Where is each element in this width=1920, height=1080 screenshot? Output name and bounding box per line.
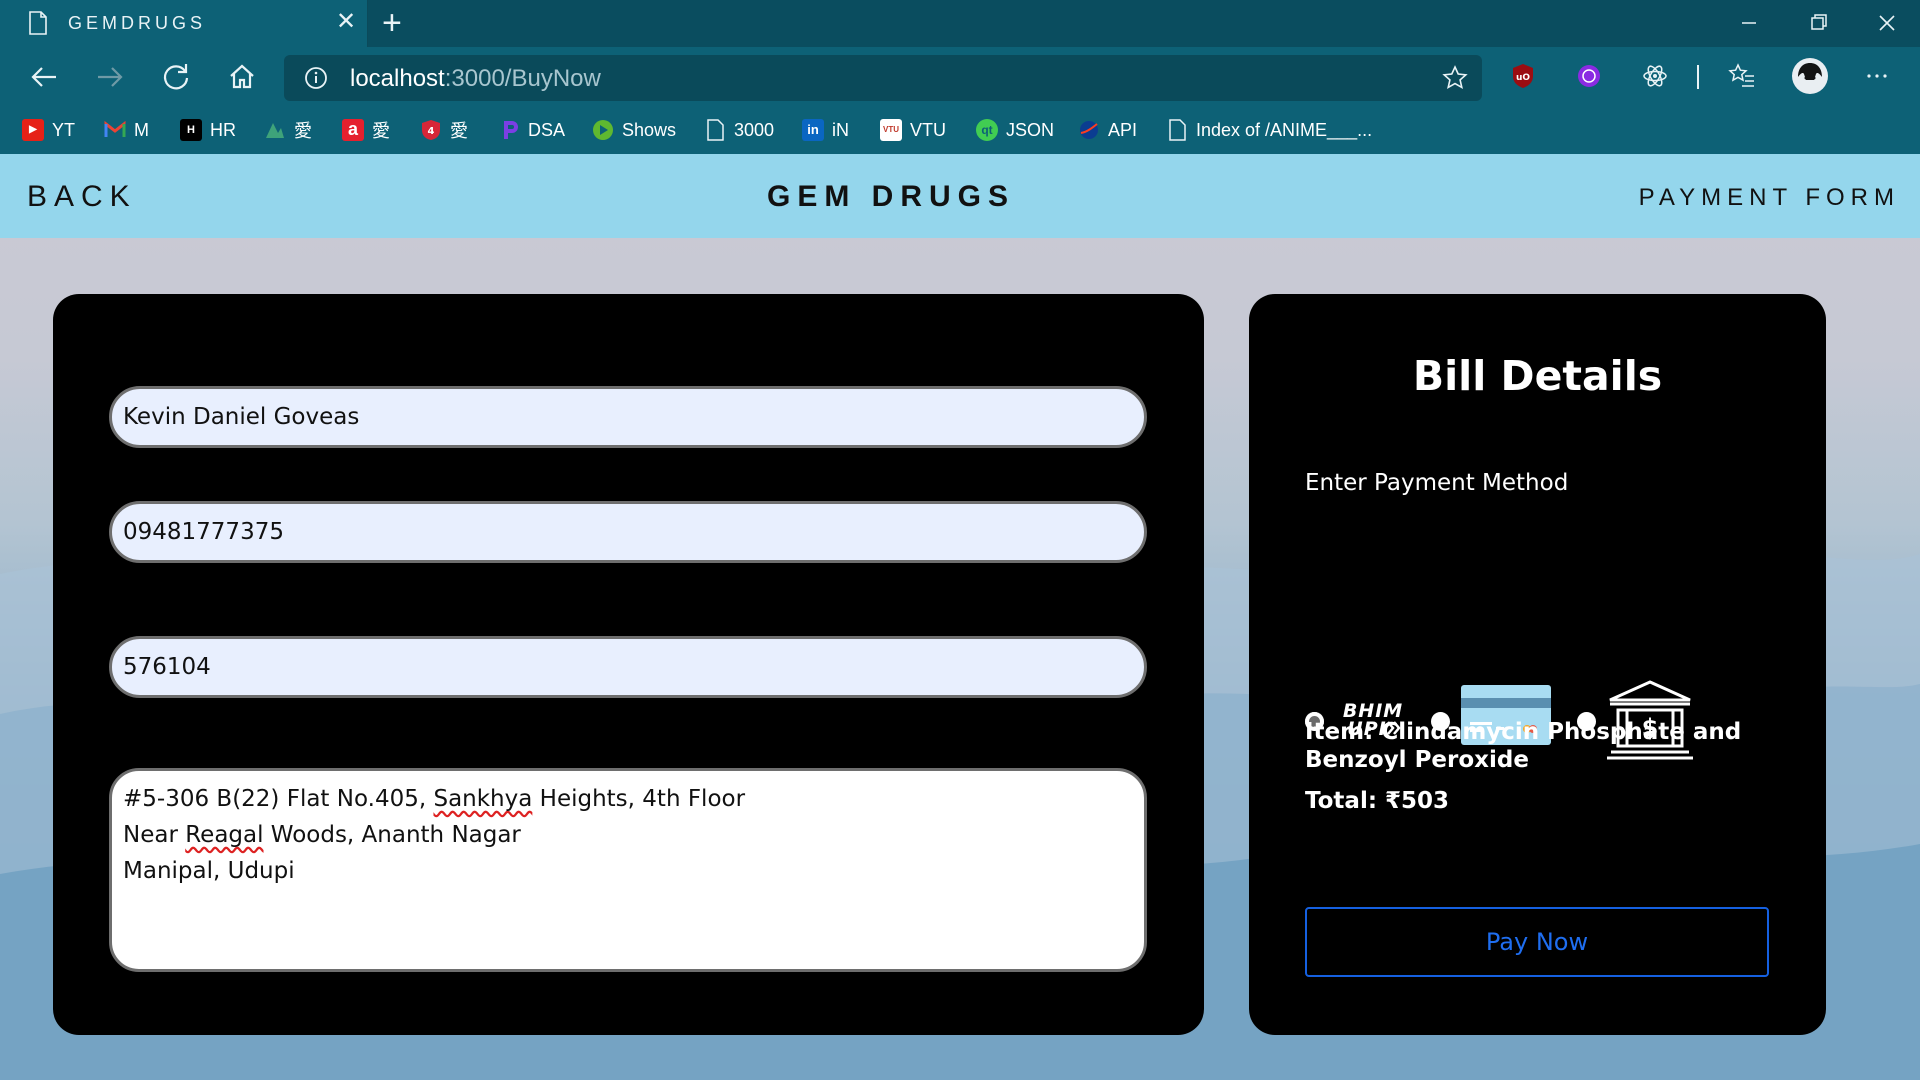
bookmark-label: HR (210, 119, 236, 140)
bill-title: Bill Details (1412, 352, 1663, 400)
linkedin-icon: in (802, 119, 824, 141)
bookmark-label: Shows (622, 119, 677, 140)
bookmark-label: JSON (1006, 119, 1055, 140)
anime-shield-icon: 4 (422, 120, 440, 140)
url-text[interactable]: localhost:3000/BuyNow (350, 65, 601, 93)
bookmark-label: 愛 (294, 121, 312, 141)
bookmark-anime-index[interactable]: Index of /ANIME___... (1166, 115, 1372, 145)
bookmark-vtu[interactable]: VTU VTU (880, 115, 946, 145)
page-icon (707, 119, 724, 141)
ublock-icon[interactable]: uO (1508, 61, 1538, 91)
react-devtools-icon[interactable] (1640, 61, 1670, 91)
home-icon[interactable] (224, 59, 260, 95)
bookmark-anime-1[interactable]: 愛 (264, 115, 312, 145)
bookmark-anime-2[interactable]: a 愛 (342, 115, 390, 145)
svg-text:4: 4 (428, 126, 435, 137)
name-input[interactable]: Kevin Daniel Goveas (109, 386, 1147, 448)
svg-text:uO: uO (1516, 73, 1530, 83)
customer-details-card: Kevin Daniel Goveas 09481777375 576104 #… (53, 294, 1204, 1035)
nasa-icon (1080, 121, 1098, 139)
browser-tab[interactable]: GEMDRUGS ✕ (0, 0, 368, 47)
bookmark-gmail[interactable]: M (104, 115, 149, 145)
bookmark-label: YT (52, 119, 76, 140)
gmail-icon (104, 120, 126, 137)
vtu-icon: VTU (880, 119, 902, 141)
play-icon (593, 120, 613, 140)
more-menu-icon[interactable] (1862, 61, 1892, 91)
total-amount: Total: ₹503 (1305, 788, 1450, 814)
browser-toolbar: localhost:3000/BuyNow uO (0, 47, 1920, 107)
address-line-1: #5-306 B(22) Flat No.405, Sankhya Height… (123, 786, 746, 812)
bookmark-label: 3000 (734, 119, 775, 140)
anime-red-icon: a (342, 119, 364, 141)
address-line-3: Manipal, Udupi (123, 858, 295, 884)
bookmark-api[interactable]: API (1078, 115, 1137, 145)
page-viewport: BACK GEM DRUGS PAYMENT FORM Kevin Daniel… (0, 154, 1920, 1080)
profile-avatar[interactable] (1791, 57, 1829, 95)
back-arrow-icon[interactable] (26, 59, 62, 95)
page-icon (29, 11, 47, 35)
qt-icon: qt (976, 119, 998, 141)
tab-title: GEMDRUGS (68, 13, 207, 33)
bookmark-label: Index of /ANIME___... (1196, 119, 1373, 140)
bookmark-label: DSA (528, 119, 566, 140)
bill-details-card: Bill Details Enter Payment Method BHIM U… (1249, 294, 1826, 1035)
bookmark-label: M (134, 119, 149, 140)
bookmarks-bar: ▶ YT M H HR 愛 a 愛 4 愛 DSA Shows 3000 in … (0, 107, 1920, 154)
bookmark-dsa[interactable]: DSA (498, 115, 565, 145)
tab-close-icon[interactable]: ✕ (336, 10, 356, 34)
page-icon (1169, 119, 1186, 141)
bookmark-yt[interactable]: ▶ YT (22, 115, 75, 145)
bookmark-label: 愛 (450, 121, 468, 141)
address-line-2: Near Reagal Woods, Ananth Nagar (123, 822, 521, 848)
brand-title[interactable]: GEM DRUGS (0, 180, 1782, 214)
refresh-icon[interactable] (158, 59, 194, 95)
dsa-icon (504, 121, 518, 139)
youtube-icon: ▶ (22, 119, 44, 141)
toolbar-divider (1697, 65, 1699, 89)
bookmark-json[interactable]: qt JSON (976, 115, 1054, 145)
bookmark-label: API (1108, 119, 1138, 140)
restore-icon[interactable] (1796, 7, 1840, 39)
address-bar[interactable]: localhost:3000/BuyNow (284, 55, 1482, 101)
pincode-input[interactable]: 576104 (109, 636, 1147, 698)
browser-tabstrip: GEMDRUGS ✕ + (0, 0, 1920, 47)
minimize-icon[interactable] (1726, 7, 1770, 39)
bookmark-hr[interactable]: H HR (180, 115, 236, 145)
bookmark-label: VTU (910, 119, 946, 140)
url-host: localhost (350, 65, 445, 92)
address-textarea[interactable]: #5-306 B(22) Flat No.405, Sankhya Height… (109, 768, 1147, 972)
payment-form-heading: PAYMENT FORM (1638, 184, 1900, 211)
bookmark-3000[interactable]: 3000 (704, 115, 774, 145)
phone-input[interactable]: 09481777375 (109, 501, 1147, 563)
pay-now-button[interactable]: Pay Now (1305, 907, 1769, 977)
close-window-icon[interactable] (1864, 7, 1908, 39)
anime-icon (266, 123, 284, 138)
bookmark-linkedin[interactable]: in iN (802, 115, 849, 145)
bookmark-label: iN (832, 119, 849, 140)
bookmark-anime-3[interactable]: 4 愛 (420, 115, 468, 145)
extension-globe-icon[interactable] (1574, 61, 1604, 91)
item-name: Item: Clindamycin Phosphate and Benzoyl … (1305, 719, 1742, 773)
info-icon[interactable] (304, 66, 328, 90)
new-tab-icon[interactable]: + (382, 6, 402, 40)
app-navbar: BACK GEM DRUGS PAYMENT FORM (0, 154, 1920, 238)
bookmark-shows[interactable]: Shows (592, 115, 676, 145)
favorite-star-icon[interactable] (1442, 65, 1468, 91)
favorites-icon[interactable] (1727, 61, 1757, 91)
hackerrank-icon: H (180, 119, 202, 141)
bookmark-label: 愛 (372, 121, 390, 141)
forward-arrow-icon[interactable] (92, 59, 128, 95)
payment-method-label: Enter Payment Method (1305, 470, 1569, 496)
url-path: :3000/BuyNow (444, 65, 601, 92)
